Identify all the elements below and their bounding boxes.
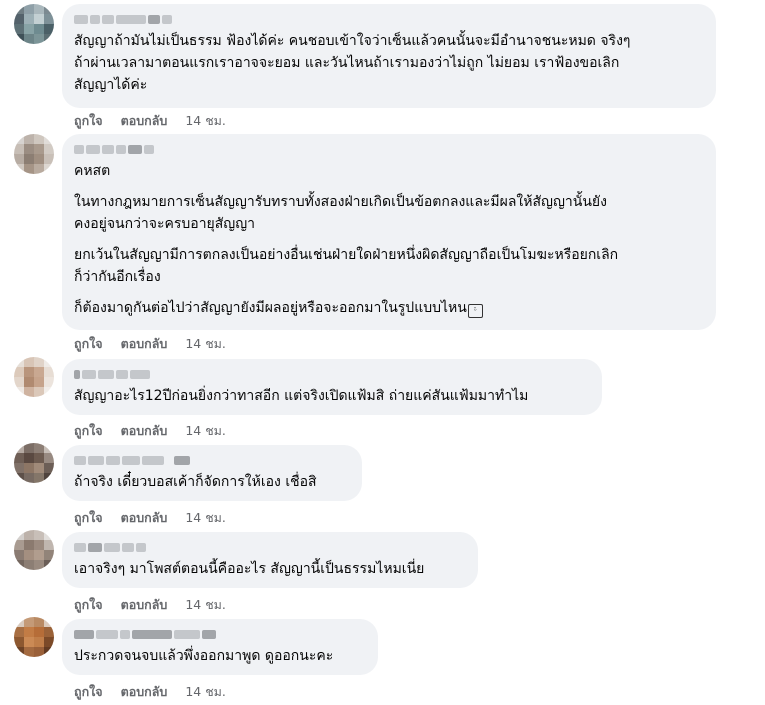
comment-text: ยกเว้นในสัญญามีการตกลงเป็นอย่างอื่นเช่นฝ… <box>74 247 619 285</box>
reply-button[interactable]: ตอบกลับ <box>121 682 168 700</box>
comment-bubble: สัญญาอะไร12ปีก่อนยิ่งกว่าทาสอีก แต่จริงเ… <box>62 359 602 415</box>
reply-button[interactable]: ตอบกลับ <box>121 595 168 613</box>
author-name[interactable] <box>74 453 350 468</box>
like-button[interactable]: ถูกใจ <box>74 334 103 352</box>
comment-actions: ถูกใจ ตอบกลับ 14 ชม. <box>74 111 226 129</box>
timestamp[interactable]: 14 ชม. <box>185 334 226 352</box>
comment-actions: ถูกใจ ตอบกลับ 14 ชม. <box>74 595 226 613</box>
timestamp[interactable]: 14 ชม. <box>185 595 226 613</box>
author-name[interactable] <box>74 627 366 642</box>
comment-bubble: คหสต ในทางกฎหมายการเซ็นสัญญารับทราบทั้งส… <box>62 134 716 330</box>
timestamp[interactable]: 14 ชม. <box>185 508 226 526</box>
comment-actions: ถูกใจ ตอบกลับ 14 ชม. <box>74 421 226 439</box>
comment-actions: ถูกใจ ตอบกลับ 14 ชม. <box>74 334 226 352</box>
comment-text: ถ้าจริง เดี๋ยวบอสเค้าก็จัดการให้เอง เชื่… <box>74 474 317 490</box>
avatar[interactable] <box>14 443 54 483</box>
comment-text: สัญญาอะไร12ปีก่อนยิ่งกว่าทาสอีก แต่จริงเ… <box>74 388 529 404</box>
avatar[interactable] <box>14 4 54 44</box>
comment-bubble: สัญญาถ้ามันไม่เป็นธรรม ฟ้องได้ค่ะ คนชอบเ… <box>62 4 716 108</box>
timestamp[interactable]: 14 ชม. <box>185 682 226 700</box>
like-button[interactable]: ถูกใจ <box>74 682 103 700</box>
comment-bubble: ถ้าจริง เดี๋ยวบอสเค้าก็จัดการให้เอง เชื่… <box>62 445 362 501</box>
reply-button[interactable]: ตอบกลับ <box>121 508 168 526</box>
author-name[interactable] <box>74 142 704 157</box>
comment-text: ประกวดจนจบแล้วพึ่งออกมาพูด ดูออกนะคะ <box>74 648 334 664</box>
comment-actions: ถูกใจ ตอบกลับ 14 ชม. <box>74 682 226 700</box>
author-name[interactable] <box>74 12 704 27</box>
like-button[interactable]: ถูกใจ <box>74 111 103 129</box>
reply-button[interactable]: ตอบกลับ <box>121 334 168 352</box>
avatar[interactable] <box>14 134 54 174</box>
author-name[interactable] <box>74 540 466 555</box>
reply-button[interactable]: ตอบกลับ <box>121 111 168 129</box>
reply-button[interactable]: ตอบกลับ <box>121 421 168 439</box>
comment-text: ก็ต้องมาดูกันต่อไปว่าสัญญายังมีผลอยู่หรื… <box>74 297 704 319</box>
emoji-icon: ᵕ̈ <box>467 304 483 318</box>
like-button[interactable]: ถูกใจ <box>74 595 103 613</box>
comment-text-last: ก็ต้องมาดูกันต่อไปว่าสัญญายังมีผลอยู่หรื… <box>74 300 467 316</box>
comment-text: สัญญาถ้ามันไม่เป็นธรรม ฟ้องได้ค่ะ คนชอบเ… <box>74 33 631 93</box>
timestamp[interactable]: 14 ชม. <box>185 421 226 439</box>
avatar[interactable] <box>14 617 54 657</box>
author-name[interactable] <box>74 367 590 382</box>
comment-text: ในทางกฎหมายการเซ็นสัญญารับทราบทั้งสองฝ่า… <box>74 194 607 232</box>
comment-text: คหสต <box>74 163 111 179</box>
like-button[interactable]: ถูกใจ <box>74 508 103 526</box>
avatar[interactable] <box>14 530 54 570</box>
comment-bubble: เอาจริงๆ มาโพสต์ตอนนี้คืออะไร สัญญานี้เป… <box>62 532 478 588</box>
comment-bubble: ประกวดจนจบแล้วพึ่งออกมาพูด ดูออกนะคะ <box>62 619 378 675</box>
comment-text: เอาจริงๆ มาโพสต์ตอนนี้คืออะไร สัญญานี้เป… <box>74 561 425 577</box>
comment-actions: ถูกใจ ตอบกลับ 14 ชม. <box>74 508 226 526</box>
avatar[interactable] <box>14 357 54 397</box>
timestamp[interactable]: 14 ชม. <box>185 111 226 129</box>
like-button[interactable]: ถูกใจ <box>74 421 103 439</box>
